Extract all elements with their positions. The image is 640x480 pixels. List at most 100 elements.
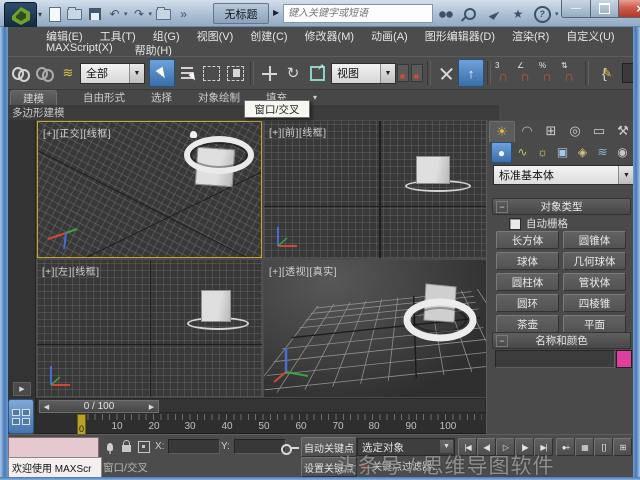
ribbon-tab-selection[interactable]: 选择 [151,90,172,105]
document-history-arrow-icon[interactable]: ▶ [273,8,279,17]
minimize-button[interactable]: — [561,0,591,18]
create-tab[interactable]: ☀ [489,121,515,142]
snaps-toggle-button[interactable]: 3 ∩ [494,61,516,85]
ribbon-tab-freeform[interactable]: 自由形式 [83,90,125,105]
project-folder-button[interactable] [155,5,172,23]
menu-customize[interactable]: 自定义(U) [566,28,614,44]
dropdown-arrow-icon[interactable]: ▼ [129,64,144,83]
next-frame-arrow[interactable]: ▶ [145,401,158,412]
object-type-rollout-header[interactable]: − 对象类型 [492,198,631,215]
set-key-button[interactable]: 设置关键点 [301,457,357,477]
helpers-icon[interactable]: ◈ [573,142,592,161]
previous-frame-arrow[interactable]: ◀ [40,401,53,412]
select-object-button[interactable] [149,59,175,87]
object-name-field[interactable] [495,350,615,368]
teapot-button[interactable]: 茶壶 [496,315,559,333]
name-color-rollout-header[interactable]: − 名称和颜色 [492,332,631,349]
percent-snap-toggle-button[interactable]: % ∩ [538,61,560,85]
pyramid-button[interactable]: 四棱锥 [563,294,626,312]
dropdown-arrow-icon[interactable]: ▼ [380,64,395,83]
selection-set-dropdown[interactable]: 选定对象 ▼ [357,438,455,456]
selection-filter-dropdown[interactable]: 全部 ▼ [80,63,145,84]
strip-flyout-button[interactable]: ▶ [13,382,31,396]
select-and-move-button[interactable] [257,60,281,86]
lights-icon[interactable]: ☼ [533,142,552,161]
viewport-label[interactable]: [+][左][线框] [42,263,100,278]
plane-button[interactable]: 平面 [563,315,626,333]
autogrid-checkbox[interactable] [509,218,521,230]
select-and-rotate-button[interactable]: ↻ [281,60,305,86]
play-button[interactable]: ▷ [496,438,515,456]
key-filters-button[interactable]: ∿ 关键点过滤器... [357,457,451,474]
hierarchy-tab[interactable]: ⊞ [539,121,563,141]
angle-snap-toggle-button[interactable]: ∠ ∩ [516,61,538,85]
viewport-label[interactable]: [+][透视][真实] [269,263,337,278]
track-bar[interactable]: 0 10 20 30 40 50 60 70 80 90 100 [36,413,486,434]
auto-key-button[interactable]: 自动关键点 [301,437,357,457]
use-pivot-point-center-button[interactable] [396,60,424,86]
search-input[interactable] [283,4,433,23]
shapes-icon[interactable]: ∿ [513,142,532,161]
keyboard-shortcut-override-button[interactable]: ↑ [458,59,484,87]
box-object[interactable] [416,156,450,184]
tube-button[interactable]: 管状体 [563,273,626,291]
utilities-tab[interactable]: ⚒ [611,121,635,141]
new-file-button[interactable] [46,5,63,23]
window-crossing-toggle-button[interactable] [223,60,247,86]
geosphere-button[interactable]: 几何球体 [563,252,626,270]
key-mode-toggle-button[interactable]: ▦ [575,438,594,456]
bind-to-space-warp-button[interactable]: ≋ [56,60,80,86]
menu-graph-editors[interactable]: 图形编辑器(D) [425,28,495,44]
next-frame-button[interactable]: |▶ [515,438,534,456]
collapse-icon[interactable]: − [496,335,508,347]
geometry-category-dropdown[interactable]: 标准基本体 ▼ [493,165,635,185]
torus-button[interactable]: 圆环 [496,294,559,312]
time-configuration-button[interactable]: ⊞ [613,438,632,456]
geometry-icon[interactable]: ● [491,142,512,163]
maxscript-mini-listener[interactable] [8,437,99,458]
document-title-tab[interactable]: 无标题 [213,3,269,24]
communication-center-icon[interactable] [485,5,503,23]
menu-modifiers[interactable]: 修改器(M) [305,28,355,44]
viewport-front[interactable]: [+][前][线框] [264,121,486,258]
select-and-link-button[interactable] [8,60,32,86]
redo-caret-icon[interactable]: ▾ [149,10,153,18]
viewport-layout-button[interactable] [8,399,34,434]
absolute-mode-icon[interactable] [136,439,151,454]
cylinder-button[interactable]: 圆柱体 [496,273,559,291]
cameras-icon[interactable]: ▣ [553,142,572,161]
space-warps-icon[interactable]: ≋ [593,142,612,161]
undo-caret-icon[interactable]: ▾ [124,10,128,18]
rectangular-selection-region-button[interactable] [199,60,223,86]
spinner-snap-toggle-button[interactable]: ⇅ ∩ [560,61,582,85]
previous-frame-button[interactable]: ◀| [477,438,496,456]
box-button[interactable]: 长方体 [496,231,559,249]
time-slider-track[interactable]: ◀ 0 / 100 ▶ [36,398,486,413]
cone-button[interactable]: 圆锥体 [563,231,626,249]
time-slider-handle[interactable]: ◀ 0 / 100 ▶ [39,400,159,413]
close-button[interactable]: × [619,0,640,18]
maxscript-listener-line[interactable]: 欢迎使用 MAXScr [8,457,102,478]
viewport-label[interactable]: [+][前][线框] [269,124,327,139]
menu-views[interactable]: 视图(V) [197,28,234,44]
motion-tab[interactable]: ◎ [563,121,587,141]
current-frame-marker[interactable]: 0 [77,414,86,435]
subscription-key-icon[interactable] [461,5,479,23]
x-coordinate-field[interactable] [168,439,220,454]
ribbon-overflow-caret-icon[interactable]: ▾ [313,93,317,102]
box-object[interactable] [201,290,231,322]
menu-rendering[interactable]: 渲染(R) [512,28,549,44]
viewport-perspective[interactable]: [+][透视][真实] [264,260,486,397]
menu-animation[interactable]: 动画(A) [371,28,408,44]
ribbon-tab-object-paint[interactable]: 对象绘制 [198,90,240,105]
qat-overflow-button[interactable]: » [175,5,192,23]
help-icon[interactable]: ? [533,5,551,23]
unlink-selection-button[interactable] [32,60,56,86]
dropdown-arrow-icon[interactable]: ▼ [618,166,634,184]
set-keys-icon[interactable] [281,443,299,453]
selection-lock-icon[interactable] [119,439,134,454]
isolate-selection-icon[interactable] [102,439,117,454]
menu-create[interactable]: 创建(C) [250,28,287,44]
viewport-left[interactable]: [+][左][线框] [37,260,262,397]
app-menu-button[interactable] [4,2,37,29]
